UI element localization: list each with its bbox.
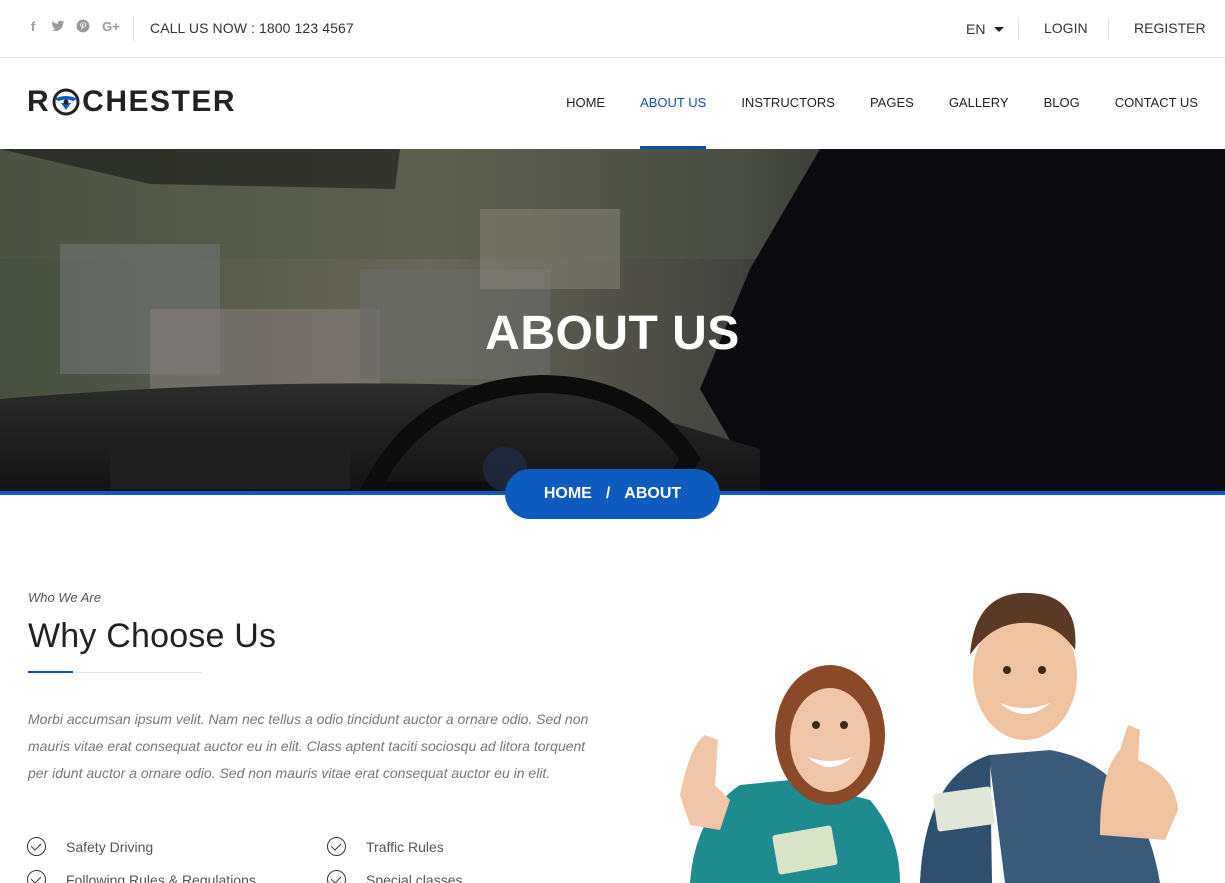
feature-label: Special classes bbox=[366, 871, 463, 883]
logo-text-right: CHESTER bbox=[82, 85, 237, 118]
social-links: f G+ bbox=[26, 19, 121, 35]
hero-banner: ABOUT US bbox=[0, 149, 1225, 491]
nav-pages[interactable]: PAGES bbox=[870, 58, 914, 149]
feature-item: Following Rules & Regulations bbox=[27, 870, 256, 883]
logo-text-left: R bbox=[27, 85, 51, 118]
breadcrumb-home[interactable]: HOME bbox=[544, 485, 592, 503]
breadcrumb: HOME / ABOUT bbox=[505, 469, 720, 519]
facebook-icon[interactable]: f bbox=[26, 19, 40, 35]
language-selector[interactable]: EN bbox=[966, 21, 1005, 37]
logo[interactable]: R CHESTER bbox=[27, 84, 236, 120]
nav-about-us[interactable]: ABOUT US bbox=[640, 58, 707, 149]
check-circle-icon bbox=[327, 870, 346, 883]
check-circle-icon bbox=[327, 837, 346, 856]
google-plus-icon[interactable]: G+ bbox=[101, 19, 121, 35]
feature-item: Safety Driving bbox=[27, 837, 153, 856]
main-header: R CHESTER HOME ABOUT US INSTRUCTORS PAGE… bbox=[0, 58, 1225, 149]
breadcrumb-separator: / bbox=[605, 485, 611, 502]
pinterest-icon[interactable] bbox=[76, 19, 90, 35]
feature-item: Special classes bbox=[327, 870, 463, 883]
divider bbox=[1108, 18, 1109, 40]
feature-label: Traffic Rules bbox=[366, 838, 444, 855]
nav-home[interactable]: HOME bbox=[566, 58, 605, 149]
heading-underline bbox=[28, 671, 202, 673]
caret-down-icon bbox=[994, 27, 1005, 32]
nav-blog[interactable]: BLOG bbox=[1044, 58, 1080, 149]
students-with-licenses-image bbox=[680, 592, 1178, 883]
nav-gallery[interactable]: GALLERY bbox=[949, 58, 1009, 149]
steering-wheel-icon bbox=[51, 87, 81, 117]
nav-contact-us[interactable]: CONTACT US bbox=[1115, 58, 1198, 149]
check-circle-icon bbox=[27, 837, 46, 856]
check-circle-icon bbox=[27, 870, 46, 883]
main-nav: HOME ABOUT US INSTRUCTORS PAGES GALLERY … bbox=[566, 58, 1198, 149]
nav-instructors[interactable]: INSTRUCTORS bbox=[741, 58, 835, 149]
section-heading: Why Choose Us bbox=[28, 617, 277, 655]
feature-item: Traffic Rules bbox=[327, 837, 444, 856]
language-label: EN bbox=[966, 21, 986, 37]
register-link[interactable]: REGISTER bbox=[1134, 20, 1206, 36]
feature-label: Safety Driving bbox=[66, 838, 154, 855]
login-link[interactable]: LOGIN bbox=[1044, 20, 1088, 36]
divider bbox=[133, 16, 134, 42]
call-us-text: CALL US NOW : 1800 123 4567 bbox=[150, 20, 354, 36]
page-title: ABOUT US bbox=[485, 307, 740, 360]
section-eyebrow: Who We Are bbox=[28, 590, 101, 605]
feature-label: Following Rules & Regulations bbox=[66, 871, 256, 883]
section-paragraph: Morbi accumsan ipsum velit. Nam nec tell… bbox=[28, 711, 589, 781]
breadcrumb-current: ABOUT bbox=[624, 485, 682, 502]
twitter-icon[interactable] bbox=[51, 19, 65, 35]
top-bar: f G+ CALL US NOW : 1800 123 4567 EN LOGI… bbox=[0, 0, 1225, 58]
divider bbox=[1018, 18, 1019, 40]
